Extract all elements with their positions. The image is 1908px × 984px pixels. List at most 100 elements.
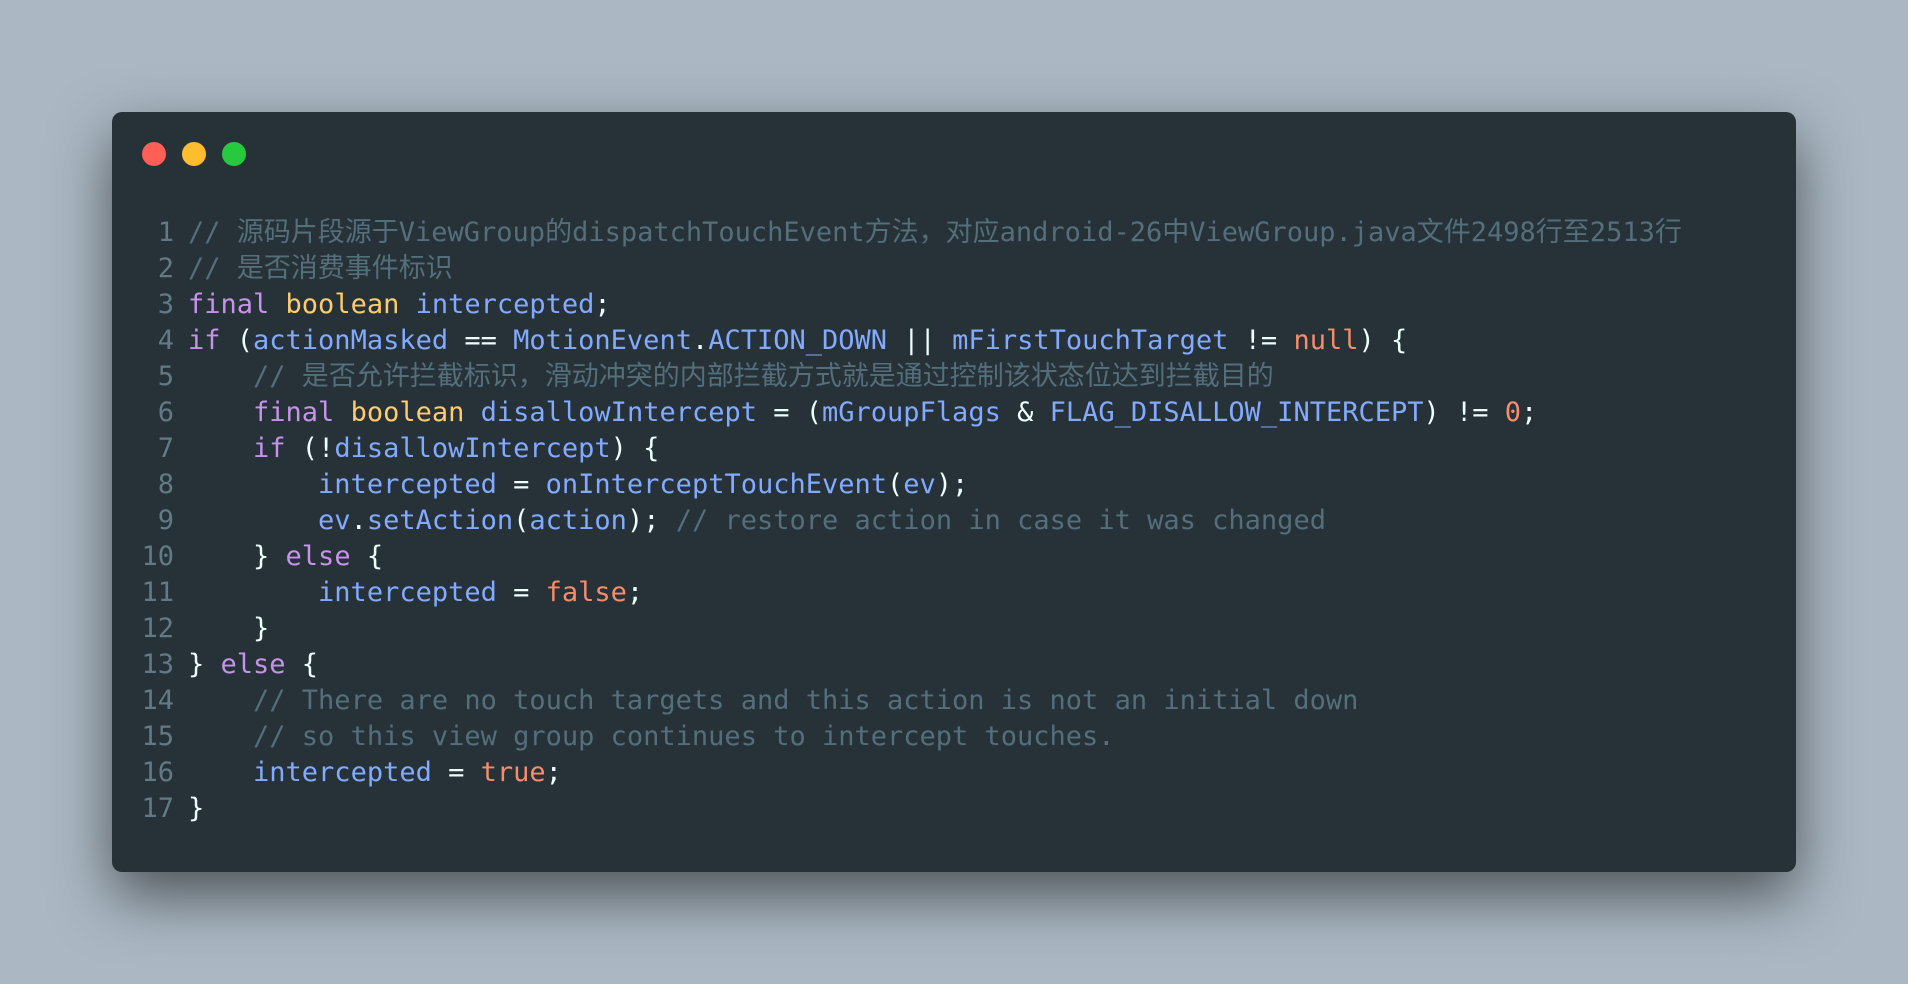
code-token-const: null bbox=[1293, 325, 1359, 356]
code-token-punct: { bbox=[285, 649, 319, 680]
line-source: // 是否消费事件标识 bbox=[188, 251, 453, 287]
code-token-punct: != bbox=[1228, 325, 1294, 356]
line-number: 14 bbox=[141, 685, 174, 716]
code-token-ident: ev bbox=[318, 505, 351, 536]
line-number: 2 bbox=[157, 253, 174, 284]
code-token-punct: ; bbox=[594, 289, 611, 320]
line-source: } bbox=[188, 791, 204, 827]
line-source: intercepted = true; bbox=[188, 755, 562, 791]
code-token-ident: actionMasked bbox=[253, 325, 449, 356]
close-button[interactable] bbox=[142, 142, 166, 166]
zoom-button[interactable] bbox=[222, 142, 246, 166]
code-line: 7 if (!disallowIntercept) { bbox=[112, 431, 1796, 467]
line-source: } bbox=[188, 611, 269, 647]
code-token-keyword: else bbox=[285, 541, 351, 572]
code-token-punct: ) != bbox=[1423, 397, 1505, 428]
code-token-keyword: else bbox=[220, 649, 286, 680]
code-token-ident: ACTION_DOWN bbox=[708, 325, 888, 356]
line-number: 9 bbox=[157, 505, 174, 536]
line-source: } else { bbox=[188, 647, 318, 683]
code-token-ident: mFirstTouchTarget bbox=[952, 325, 1229, 356]
code-token-keyword: final bbox=[188, 289, 270, 320]
code-token-comment: // 是否消费事件标识 bbox=[188, 253, 453, 284]
line-number: 12 bbox=[141, 613, 174, 644]
code-token-type: boolean bbox=[350, 397, 465, 428]
code-token-comment: // so this view group continues to inter… bbox=[253, 721, 1115, 752]
code-token-ident: onInterceptTouchEvent bbox=[545, 469, 888, 500]
code-token-punct: ); bbox=[935, 469, 969, 500]
code-token-punct: } bbox=[188, 613, 270, 644]
code-line: 17} bbox=[112, 791, 1796, 827]
code-line: 1 // 源码片段源于ViewGroup的dispatchTouchEvent方法… bbox=[112, 215, 1796, 251]
line-number: 15 bbox=[141, 721, 174, 752]
line-source: // There are no touch targets and this a… bbox=[188, 683, 1358, 719]
code-token-ident: ev bbox=[903, 469, 936, 500]
code-token-ident: FLAG_DISALLOW_INTERCEPT bbox=[1049, 397, 1424, 428]
code-token-punct bbox=[188, 505, 318, 536]
code-token-punct: ) { bbox=[610, 433, 660, 464]
code-line: 11 intercepted = false; bbox=[112, 575, 1796, 611]
code-line: 14 // There are no touch targets and thi… bbox=[112, 683, 1796, 719]
line-number: 1 bbox=[157, 217, 174, 248]
code-line: 5 // 是否允许拦截标识，滑动冲突的内部拦截方式就是通过控制该状态位达到拦截目… bbox=[112, 359, 1796, 395]
code-token-comment: // 源码片段源于ViewGroup的dispatchTouchEvent方法，… bbox=[188, 217, 1682, 248]
code-token-punct bbox=[188, 361, 253, 392]
code-token-ident: mGroupFlags bbox=[822, 397, 1001, 428]
code-token-punct bbox=[188, 721, 253, 752]
code-token-punct bbox=[188, 397, 253, 428]
line-source: // 是否允许拦截标识，滑动冲突的内部拦截方式就是通过控制该状态位达到拦截目的 bbox=[188, 359, 1274, 395]
minimize-button[interactable] bbox=[182, 142, 206, 166]
line-source: ev.setAction(action); // restore action … bbox=[188, 503, 1326, 539]
window-controls bbox=[142, 142, 246, 166]
code-token-comment: // 是否允许拦截标识，滑动冲突的内部拦截方式就是通过控制该状态位达到拦截目的 bbox=[253, 361, 1274, 392]
code-token-type: boolean bbox=[285, 289, 400, 320]
line-number: 5 bbox=[157, 361, 174, 392]
code-line: 16 intercepted = true; bbox=[112, 755, 1796, 791]
code-token-punct: } bbox=[188, 649, 221, 680]
code-token-punct bbox=[188, 433, 253, 464]
code-token-ident: setAction bbox=[366, 505, 514, 536]
code-token-punct: ; bbox=[626, 577, 644, 608]
code-line: 3 final boolean intercepted; bbox=[112, 287, 1796, 323]
code-token-ident: disallowIntercept bbox=[334, 433, 611, 464]
code-token-comment: // There are no touch targets and this a… bbox=[253, 685, 1359, 716]
code-token-punct bbox=[188, 685, 253, 716]
code-token-ident: intercepted bbox=[253, 757, 432, 788]
code-token-const: true bbox=[480, 757, 546, 788]
code-window: 1 // 源码片段源于ViewGroup的dispatchTouchEvent方法… bbox=[112, 112, 1796, 872]
code-token-const: 0 bbox=[1504, 397, 1522, 428]
code-token-punct: ; bbox=[1521, 397, 1538, 428]
code-block: 1 // 源码片段源于ViewGroup的dispatchTouchEvent方法… bbox=[112, 215, 1796, 827]
code-token-punct: ); bbox=[626, 505, 676, 536]
line-source: final boolean disallowIntercept = (mGrou… bbox=[188, 395, 1537, 431]
code-token-keyword: if bbox=[188, 325, 221, 356]
code-token-punct bbox=[188, 757, 253, 788]
code-token-keyword: final bbox=[253, 397, 335, 428]
line-number: 10 bbox=[141, 541, 174, 572]
code-token-punct: ( bbox=[513, 505, 530, 536]
code-line: 12 } bbox=[112, 611, 1796, 647]
line-number: 11 bbox=[141, 577, 174, 608]
line-number: 6 bbox=[157, 397, 174, 428]
code-line: 13} else { bbox=[112, 647, 1796, 683]
code-token-punct bbox=[188, 469, 318, 500]
code-token-punct: = bbox=[496, 577, 546, 608]
line-number: 17 bbox=[141, 793, 174, 824]
code-token-punct: . bbox=[350, 505, 367, 536]
code-token-punct: ( bbox=[887, 469, 904, 500]
code-token-ident: intercepted bbox=[318, 469, 497, 500]
code-line: 10 } else { bbox=[112, 539, 1796, 575]
code-line: 2 // 是否消费事件标识 bbox=[112, 251, 1796, 287]
code-token-punct: (! bbox=[285, 433, 335, 464]
code-line: 8 intercepted = onInterceptTouchEvent(ev… bbox=[112, 467, 1796, 503]
code-token-punct bbox=[269, 289, 285, 320]
code-line: 4 if (actionMasked == MotionEvent.ACTION_… bbox=[112, 323, 1796, 359]
code-token-punct: = bbox=[496, 469, 546, 500]
line-number: 16 bbox=[141, 757, 174, 788]
code-token-keyword: if bbox=[253, 433, 286, 464]
code-token-punct: } bbox=[188, 793, 205, 824]
line-source: // so this view group continues to inter… bbox=[188, 719, 1115, 755]
code-token-comment: // restore action in case it was changed bbox=[675, 505, 1326, 536]
code-token-punct: & bbox=[1000, 397, 1050, 428]
line-number: 7 bbox=[157, 433, 174, 464]
